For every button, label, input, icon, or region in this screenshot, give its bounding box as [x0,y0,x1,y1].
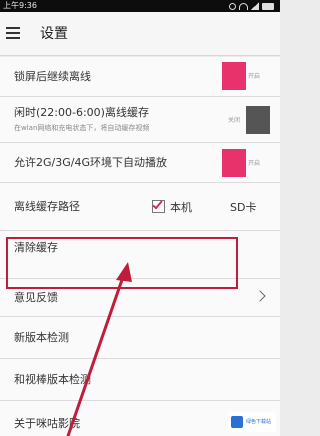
toggle-text: 开启 [248,73,261,80]
menu-icon[interactable] [6,27,20,39]
setting-idle-offline-cache: 闲时(22:00-6:00)离线缓存 在wlan网络和充电状态下，将自动缓存视频… [0,97,280,143]
mobile-autoplay-toggle[interactable]: 开启 [222,149,270,177]
checkmark-icon [152,198,163,210]
setting-label: 锁屏后继续离线 [14,70,91,83]
top-bar: 设置 [0,12,280,56]
setting-label: 关于咪咕影院 [14,417,80,430]
status-icons [229,0,274,12]
lock-screen-toggle[interactable]: 开启 [222,62,270,90]
watermark-logo-icon [231,416,243,428]
page-title: 设置 [40,26,68,42]
setting-label: 离线缓存路径 [14,200,80,213]
watermark-text: 绿色下载站 [246,419,272,425]
alarm-icon [229,2,236,10]
toggle-text: 关闭 [228,117,241,124]
signal-icon [251,2,259,10]
local-storage-checkbox[interactable] [152,198,165,213]
wifi-icon [239,2,248,10]
setting-sublabel: 在wlan网络和充电状态下，将自动缓存视频 [14,124,150,132]
setting-update-check[interactable]: 新版本检测 [0,317,280,359]
setting-label: 意见反馈 [14,291,58,304]
setting-label: 允许2G/3G/4G环境下自动播放 [14,156,167,169]
idle-cache-toggle[interactable]: 关闭 [222,106,270,134]
setting-lock-screen-offline: 锁屏后继续离线 开启 [0,57,280,97]
status-bar: 上午9:36 [0,0,280,12]
highlight-box [6,237,238,289]
toggle-knob [246,106,270,134]
sd-card-option[interactable]: SD卡 [230,199,256,215]
toggle-text: 开启 [248,160,261,167]
setting-label: 闲时(22:00-6:00)离线缓存 [14,106,149,119]
chevron-right-icon [254,290,266,302]
setting-tv-stick-update-check[interactable]: 和视棒版本检测 [0,359,280,401]
toggle-knob [222,62,246,90]
setting-cache-path: 离线缓存路径 本机 SD卡 [0,183,280,231]
setting-label: 新版本检测 [14,331,69,344]
status-time: 上午9:36 [3,1,37,10]
toggle-knob [222,149,246,177]
setting-label: 和视棒版本检测 [14,373,91,386]
watermark: 绿色下载站 [228,412,276,432]
local-storage-label[interactable]: 本机 [170,199,192,215]
battery-icon [262,2,274,10]
setting-mobile-autoplay: 允许2G/3G/4G环境下自动播放 开启 [0,143,280,183]
